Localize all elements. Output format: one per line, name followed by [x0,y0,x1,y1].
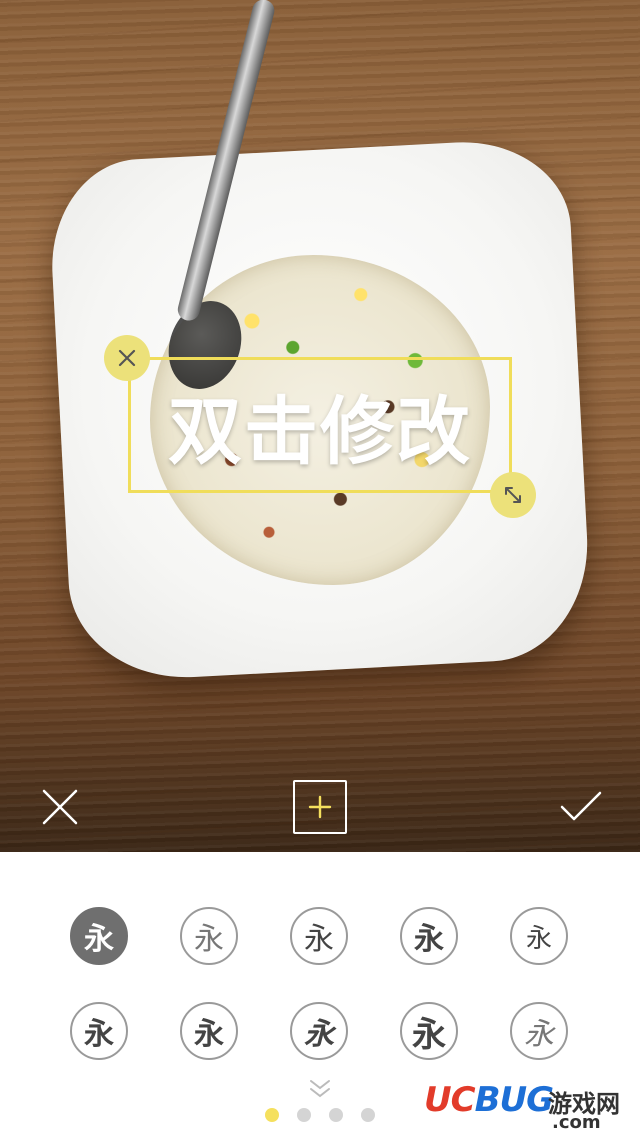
page-indicator-dot-4[interactable] [361,1108,375,1122]
close-icon [118,349,136,367]
chevron-down-icon [310,1080,330,1098]
font-option-8[interactable]: 永 [290,1002,348,1060]
watermark-logo: UCBUG [424,1080,554,1120]
confirm-button[interactable] [556,785,606,829]
font-option-3[interactable]: 永 [290,907,348,965]
font-sample: 永 [414,922,444,957]
sticker-resize-handle[interactable] [490,472,536,518]
text-sticker[interactable]: 双击修改 [128,357,512,493]
font-option-9[interactable]: 永 [400,1002,458,1060]
font-sample: 永 [84,922,114,957]
plus-icon [308,795,332,819]
font-option-4[interactable]: 永 [400,907,458,965]
font-option-7[interactable]: 永 [180,1002,238,1060]
font-sample: 永 [412,1014,446,1055]
font-sample: 永 [525,923,552,954]
font-sample: 永 [194,922,224,957]
page-indicator-dot-1[interactable] [265,1108,279,1122]
font-sample: 永 [304,1017,334,1052]
font-option-6[interactable]: 永 [70,1002,128,1060]
page-indicator-dot-3[interactable] [329,1108,343,1122]
close-icon [42,789,78,825]
font-sample: 永 [84,1017,114,1052]
font-sample: 永 [524,1017,554,1052]
font-option-1[interactable]: 永 [70,907,128,965]
page-indicator-dot-2[interactable] [297,1108,311,1122]
watermark: UCBUG 游戏网 .com [418,1074,638,1134]
font-sample: 永 [194,1017,224,1052]
watermark-logo-uc: UC [424,1080,476,1120]
sticker-delete-button[interactable] [104,335,150,381]
add-text-button[interactable] [293,780,347,834]
watermark-domain: .com [552,1112,601,1133]
font-option-2[interactable]: 永 [180,907,238,965]
font-sample: 永 [304,922,334,957]
check-icon [560,791,602,821]
cancel-button[interactable] [38,785,82,829]
watermark-logo-bug: BUG [474,1080,554,1120]
font-option-5[interactable]: 永 [510,907,568,965]
collapse-panel-button[interactable] [306,1078,334,1100]
resize-arrows-icon [505,487,521,503]
font-option-10[interactable]: 永 [510,1002,568,1060]
photo-canvas[interactable]: 双击修改 [0,0,640,852]
